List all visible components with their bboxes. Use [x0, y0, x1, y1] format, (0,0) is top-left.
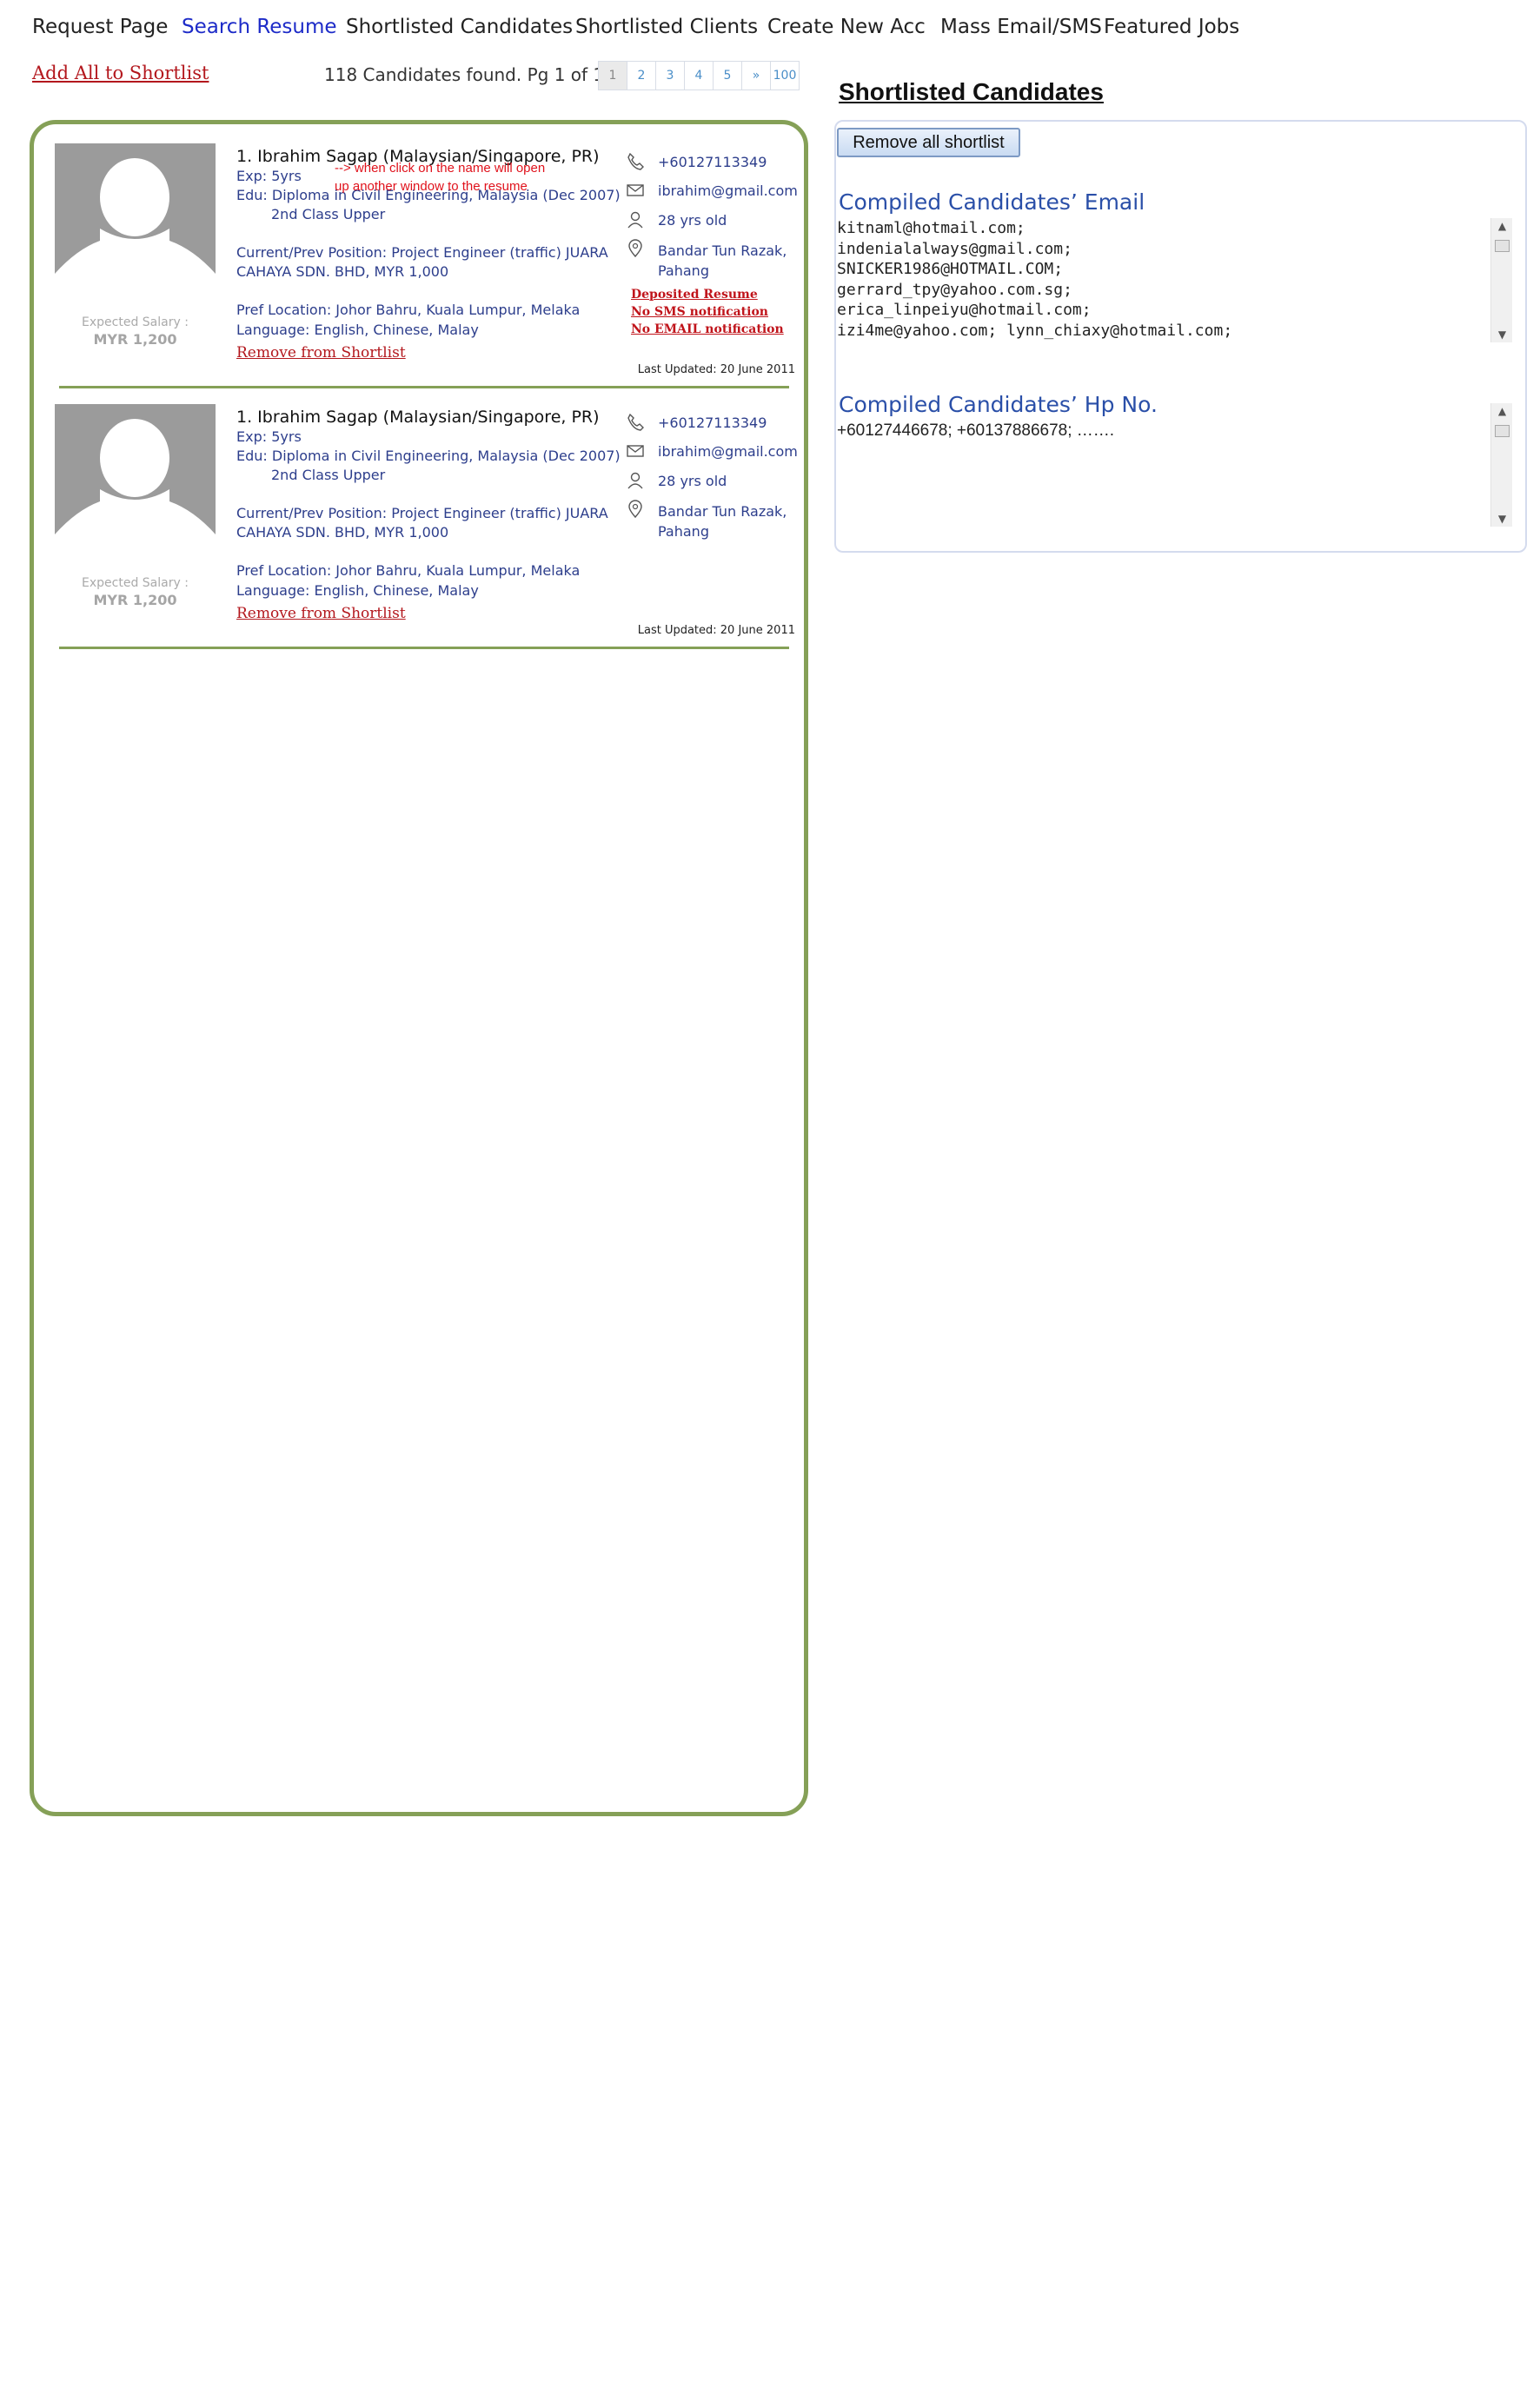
candidate-experience: Exp: 5yrs [236, 168, 302, 184]
person-icon [627, 211, 643, 229]
nav-create-new-acc[interactable]: Create New Acc [767, 16, 926, 38]
scroll-thumb[interactable] [1495, 240, 1510, 252]
scroll-down-arrow-icon[interactable]: ▼ [1491, 327, 1513, 342]
location-pin-icon [628, 500, 642, 519]
avatar-silhouette-icon [55, 404, 216, 548]
candidate-phone[interactable]: +60127113349 [658, 413, 767, 433]
candidate-location-line2: Pahang [658, 262, 709, 279]
page-button-3[interactable]: 3 [655, 61, 685, 90]
candidate-pref-location: Pref Location: Johor Bahru, Kuala Lumpur… [236, 302, 581, 318]
scroll-up-arrow-icon[interactable]: ▲ [1491, 218, 1513, 234]
expected-salary-value: MYR 1,200 [93, 592, 177, 608]
remove-from-shortlist-link[interactable]: Remove from Shortlist [236, 344, 406, 362]
candidate-email[interactable]: ibrahim@gmail.com [658, 181, 798, 201]
candidate-education: Edu: Diploma in Civil Engineering, Malay… [236, 448, 621, 464]
card-divider [59, 647, 789, 649]
candidate-education-class: 2nd Class Upper [271, 467, 386, 483]
hp-scrollbar[interactable]: ▲ ▼ [1490, 403, 1512, 527]
candidate-email[interactable]: ibrahim@gmail.com [658, 441, 798, 461]
shortlisted-candidates-title: Shortlisted Candidates [839, 78, 1104, 105]
candidate-language: Language: English, Chinese, Malay [236, 582, 479, 599]
scroll-up-arrow-icon[interactable]: ▲ [1491, 403, 1513, 419]
results-count: 118 Candidates found. Pg 1 of 100 [324, 64, 627, 85]
candidate-position-line1: Current/Prev Position: Project Engineer … [236, 505, 608, 521]
nav-mass-email-sms[interactable]: Mass Email/SMS [940, 16, 1102, 38]
avatar-silhouette-icon [55, 143, 216, 288]
nav-search-resume[interactable]: Search Resume [182, 16, 337, 38]
email-icon [627, 184, 644, 196]
person-icon [627, 472, 643, 489]
page-button-1[interactable]: 1 [598, 61, 627, 90]
candidate-card: Expected Salary : MYR 1,200 1. Ibrahim S… [55, 143, 798, 404]
annotation-note: --> when click on the name will open up … [335, 161, 546, 194]
candidate-location-line2: Pahang [658, 523, 709, 540]
nav-request-page[interactable]: Request Page [32, 16, 168, 38]
no-email-notification-flag[interactable]: No EMAIL notification [631, 322, 784, 336]
page-button-2[interactable]: 2 [627, 61, 656, 90]
nav-featured-jobs[interactable]: Featured Jobs [1104, 16, 1239, 38]
page-button-5[interactable]: 5 [713, 61, 742, 90]
scroll-thumb[interactable] [1495, 425, 1510, 437]
add-all-to-shortlist-link[interactable]: Add All to Shortlist [32, 63, 209, 83]
candidate-position-line2: CAHAYA SDN. BHD, MYR 1,000 [236, 524, 449, 541]
search-results-panel: Expected Salary : MYR 1,200 1. Ibrahim S… [30, 120, 808, 1816]
page-button-last[interactable]: 100 [770, 61, 800, 90]
last-updated: Last Updated: 20 June 2011 [637, 624, 795, 637]
expected-salary-value: MYR 1,200 [93, 331, 177, 348]
expected-salary-label: Expected Salary : [82, 315, 189, 329]
nav-shortlisted-clients[interactable]: Shortlisted Clients [575, 16, 758, 38]
candidate-location-line1: Bandar Tun Razak, [658, 503, 787, 520]
candidate-age: 28 yrs old [658, 473, 727, 489]
compiled-email-heading: Compiled Candidates’ Email [839, 189, 1145, 215]
candidate-language: Language: English, Chinese, Malay [236, 322, 479, 338]
phone-icon [627, 152, 644, 170]
nav-shortlisted-candidates[interactable]: Shortlisted Candidates [346, 16, 573, 38]
candidate-education-class: 2nd Class Upper [271, 206, 386, 222]
page-button-next[interactable]: » [741, 61, 771, 90]
card-divider [59, 386, 789, 388]
email-icon [627, 445, 644, 457]
scroll-down-arrow-icon[interactable]: ▼ [1491, 511, 1513, 527]
candidate-experience: Exp: 5yrs [236, 428, 302, 445]
no-sms-notification-flag[interactable]: No SMS notification [631, 305, 768, 319]
location-pin-icon [628, 239, 642, 258]
candidate-phone[interactable]: +60127113349 [658, 152, 767, 172]
page-button-4[interactable]: 4 [684, 61, 714, 90]
compiled-hp-textarea[interactable]: +60127446678; +60137886678; ……. [837, 421, 1515, 525]
candidate-location-line1: Bandar Tun Razak, [658, 242, 787, 259]
top-navigation: Request Page Search Resume Shortlisted C… [0, 0, 1540, 57]
email-scrollbar[interactable]: ▲ ▼ [1490, 218, 1512, 342]
candidate-name-link[interactable]: 1. Ibrahim Sagap (Malaysian/Singapore, P… [236, 408, 600, 427]
remove-all-shortlist-button[interactable]: Remove all shortlist [837, 128, 1020, 157]
candidate-position-line1: Current/Prev Position: Project Engineer … [236, 244, 608, 261]
candidate-position-line2: CAHAYA SDN. BHD, MYR 1,000 [236, 263, 449, 280]
phone-icon [627, 413, 644, 431]
expected-salary-label: Expected Salary : [82, 576, 189, 590]
remove-from-shortlist-link[interactable]: Remove from Shortlist [236, 605, 406, 622]
pagination: 1 2 3 4 5 » 100 [598, 61, 800, 90]
last-updated: Last Updated: 20 June 2011 [637, 363, 795, 376]
compiled-email-textarea[interactable]: kitnaml@hotmail.com; indenialalways@gmai… [837, 218, 1515, 342]
deposited-resume-flag[interactable]: Deposited Resume [631, 288, 758, 302]
candidate-age: 28 yrs old [658, 212, 727, 229]
candidate-pref-location: Pref Location: Johor Bahru, Kuala Lumpur… [236, 562, 581, 579]
candidate-card: Expected Salary : MYR 1,200 1. Ibrahim S… [55, 404, 798, 665]
compiled-hp-heading: Compiled Candidates’ Hp No. [839, 392, 1158, 417]
